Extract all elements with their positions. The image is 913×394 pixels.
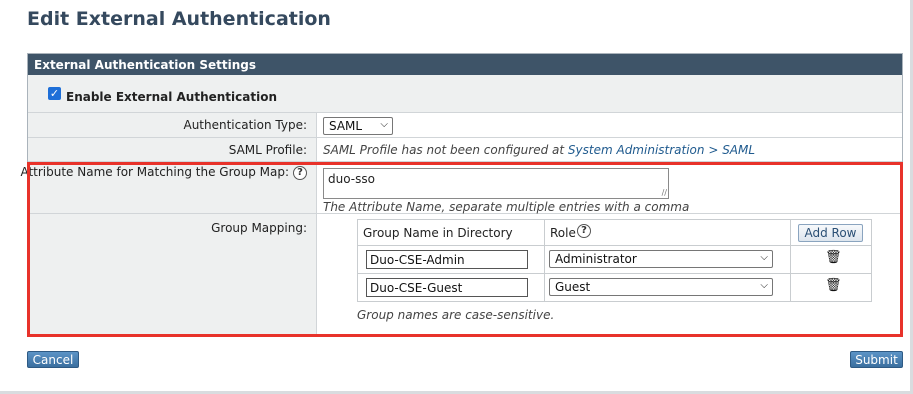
auth-type-select[interactable]: SAML ⌵ [323,117,393,135]
help-icon[interactable]: ? [577,224,591,238]
role-value: Administrator [555,252,637,266]
group-name-input[interactable]: Duo-CSE-Guest [366,278,528,297]
auth-type-value-cell: SAML ⌵ [318,113,902,137]
group-mapping-label: Group Mapping: [211,221,307,235]
saml-profile-note-text: SAML Profile has not been configured at [323,143,568,157]
add-row-button[interactable]: Add Row [798,224,863,242]
group-mapping-note: Group names are case-sensitive. [357,308,555,322]
actions-header: Add Row [791,220,871,246]
group-mapping-table: Group Name in Directory Role ? Add Row D… [357,219,872,302]
enable-checkbox[interactable]: ✓ [48,87,61,100]
attribute-name-value: duo-sso [328,172,375,186]
cancel-button[interactable]: Cancel [27,351,79,368]
panel-header: External Authentication Settings [28,54,902,75]
group-mapping-value-cell: Group Name in Directory Role ? Add Row D… [318,214,902,336]
auth-type-label-cell: Authentication Type: [28,113,317,137]
table-row-1-group-cell: Duo-CSE-Admin [358,246,545,274]
role-value: Guest [555,280,591,294]
saml-profile-note: SAML Profile has not been configured at … [323,143,755,157]
group-mapping-row: Group Mapping: Group Name in Directory R… [28,214,902,336]
auth-type-row: Authentication Type: SAML ⌵ [28,113,902,138]
saml-profile-link[interactable]: System Administration > SAML [568,143,755,157]
help-icon[interactable]: ? [293,165,307,180]
group-name-value: Duo-CSE-Admin [370,253,465,267]
group-name-input[interactable]: Duo-CSE-Admin [366,250,528,269]
resize-icon[interactable]: ∕∕ [662,188,667,197]
table-row-2-action-cell: 🗑 [791,274,871,302]
attribute-name-row: Attribute Name for Matching the Group Ma… [20,162,902,214]
settings-panel: External Authentication Settings ✓ Enabl… [20,53,903,336]
role-select[interactable]: Guest ⌵ [549,278,773,296]
role-header: Role ? [545,220,791,246]
attribute-name-label-cell: Attribute Name for Matching the Group Ma… [20,162,317,213]
enable-label: Enable External Authentication [66,90,278,104]
auth-type-value: SAML [329,119,363,133]
chevron-down-icon: ⌵ [760,280,768,291]
attribute-name-label: Attribute Name for Matching the Group Ma… [20,165,289,179]
saml-profile-label: SAML Profile: [228,143,307,157]
table-row-2-group-cell: Duo-CSE-Guest [358,274,545,302]
saml-profile-value-cell: SAML Profile has not been configured at … [318,138,902,161]
chevron-down-icon: ⌵ [380,119,388,130]
role-header-label: Role [550,226,576,240]
group-name-header-label: Group Name in Directory [363,226,513,240]
chevron-down-icon: ⌵ [760,252,768,263]
group-name-header: Group Name in Directory [358,220,545,246]
group-name-value: Duo-CSE-Guest [370,281,463,295]
attribute-name-value-cell: duo-sso ∕∕ The Attribute Name, separate … [318,162,902,214]
page-title: Edit External Authentication [27,8,331,30]
group-mapping-label-cell: Group Mapping: [28,214,317,336]
table-row-2-role-cell: Guest ⌵ [545,274,791,302]
attribute-name-hint: The Attribute Name, separate multiple en… [323,200,690,214]
trash-icon[interactable]: 🗑 [825,278,842,293]
enable-row: ✓ Enable External Authentication [28,75,902,113]
submit-button[interactable]: Submit [850,351,903,368]
saml-profile-row: SAML Profile: SAML Profile has not been … [28,138,902,162]
saml-profile-label-cell: SAML Profile: [28,138,317,161]
trash-icon[interactable]: 🗑 [825,250,842,265]
auth-type-label: Authentication Type: [183,118,307,132]
role-select[interactable]: Administrator ⌵ [549,250,773,268]
table-row-1-role-cell: Administrator ⌵ [545,246,791,274]
attribute-name-label-wrap: Attribute Name for Matching the Group Ma… [20,165,307,180]
attribute-name-textarea[interactable]: duo-sso ∕∕ [323,168,669,199]
table-row-1-action-cell: 🗑 [791,246,871,274]
